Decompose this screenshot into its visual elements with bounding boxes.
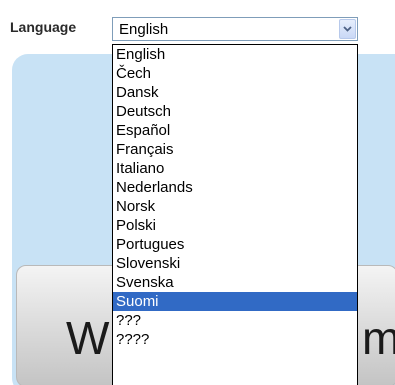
language-option[interactable]: ???? — [113, 330, 357, 349]
language-option[interactable]: Norsk — [113, 197, 357, 216]
language-option[interactable]: English — [113, 45, 357, 64]
dropdown-arrow-button[interactable] — [339, 19, 356, 39]
page: W m Language English English Čech Dansk Deu… — [0, 0, 395, 385]
language-option[interactable]: Čech — [113, 64, 357, 83]
language-option[interactable]: Svenska — [113, 273, 357, 292]
language-option[interactable]: Portugues — [113, 235, 357, 254]
language-option[interactable]: Deutsch — [113, 102, 357, 121]
language-option[interactable]: Français — [113, 140, 357, 159]
chevron-down-icon — [343, 26, 352, 32]
welcome-headline-left: W — [66, 312, 110, 364]
language-option[interactable]: Nederlands — [113, 178, 357, 197]
language-option[interactable]: Suomi — [113, 292, 357, 311]
language-option[interactable]: Español — [113, 121, 357, 140]
language-label: Language — [10, 19, 77, 35]
language-select[interactable]: English — [112, 17, 358, 41]
language-dropdown-list[interactable]: English Čech Dansk Deutsch Español Français It… — [112, 44, 358, 385]
language-option[interactable]: Dansk — [113, 83, 357, 102]
welcome-headline-right: m — [362, 312, 395, 364]
language-option[interactable]: Italiano — [113, 159, 357, 178]
language-select-value: English — [119, 21, 169, 38]
language-option[interactable]: ??? — [113, 311, 357, 330]
language-option[interactable]: Polski — [113, 216, 357, 235]
language-option[interactable]: Slovenski — [113, 254, 357, 273]
